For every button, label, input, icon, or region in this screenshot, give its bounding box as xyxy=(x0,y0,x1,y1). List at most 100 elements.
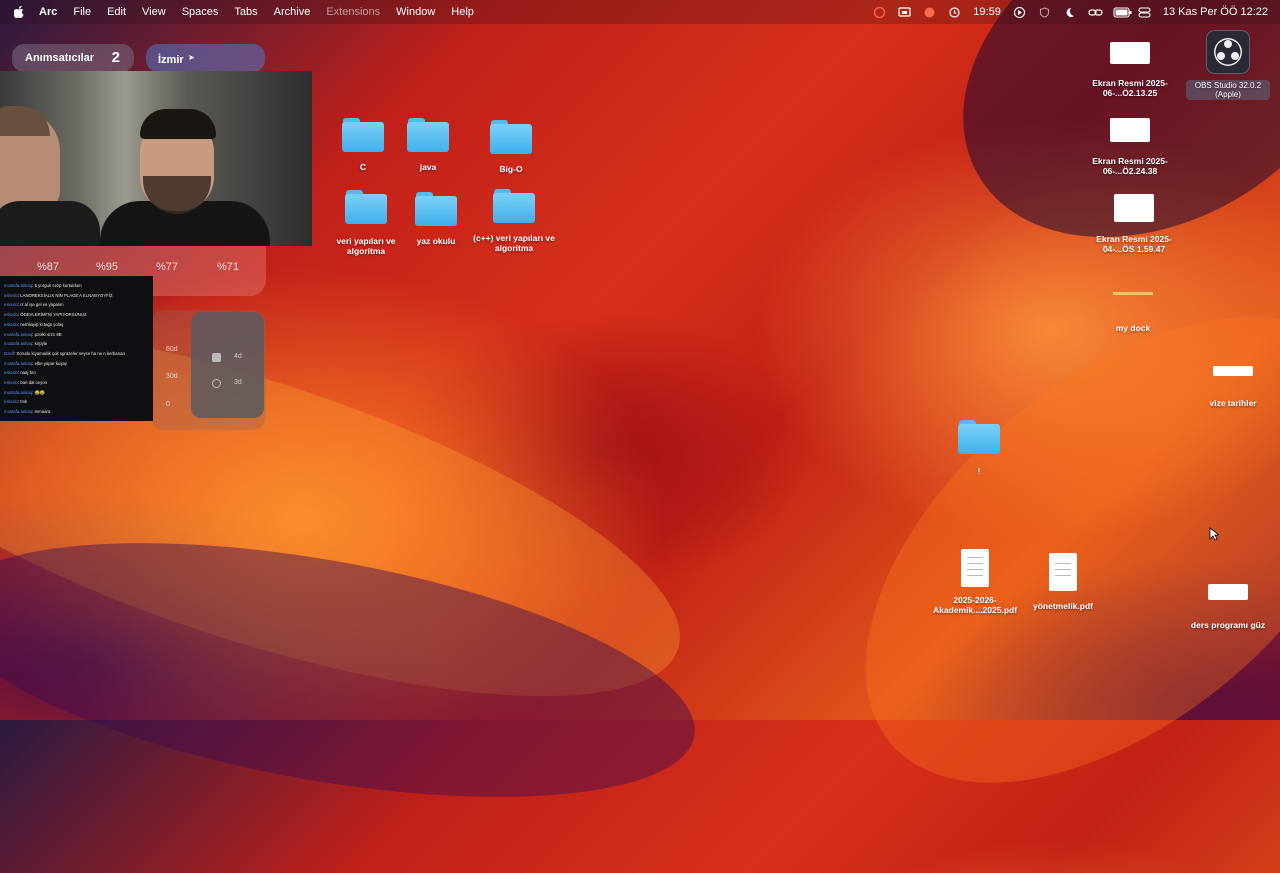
chat-username: eskedo xyxy=(4,292,18,298)
file-label: Ekran Resmi 2025-06-...Ö2.13.25 xyxy=(1092,78,1168,98)
location-arrow-icon: ➤ xyxy=(188,53,195,62)
menu-archive[interactable]: Archive xyxy=(266,6,319,18)
chat-text: mmaara xyxy=(34,409,51,415)
record-icon[interactable] xyxy=(873,6,886,18)
shield-icon[interactable] xyxy=(1038,6,1051,18)
reminders-label: Anımsatıcılar xyxy=(25,52,95,64)
chat-username: eskedo xyxy=(4,380,18,386)
desktop-folder[interactable]: veri yapıları ve algoritma xyxy=(328,190,404,256)
chat-username: eskedo xyxy=(4,312,18,318)
spreadsheet-file[interactable]: vize tarihler xyxy=(1198,366,1268,408)
reminders-widget[interactable]: Anımsatıcılar 2 xyxy=(12,44,134,72)
control-center-icon[interactable] xyxy=(1138,6,1151,18)
folder-label: veri yapıları ve algoritma xyxy=(336,236,396,256)
menubar-clock[interactable]: 19:59 xyxy=(973,6,1001,18)
menu-extensions[interactable]: Extensions xyxy=(318,6,388,18)
chat-message: mustafa.ankaq: 5 yorgun cezp kurtuldum xyxy=(4,283,82,288)
chat-message: eskedo: LANOREKSİALIX NİN PLAGE'A ELNABY… xyxy=(4,292,113,298)
moon-icon[interactable] xyxy=(1063,7,1076,18)
chat-overlay: mustafa.ankaq: 5 yorgun cezp kurtuldum es… xyxy=(0,276,153,421)
reminders-count: 2 xyxy=(111,49,120,66)
desktop-folder[interactable]: ! xyxy=(950,420,1008,476)
link-icon[interactable] xyxy=(1088,7,1103,18)
chat-message: eskedo: tmk xyxy=(4,399,28,405)
chat-message: eskedo: o' al işe gel ve yapalım xyxy=(4,302,64,308)
desktop-folder[interactable]: java xyxy=(400,118,456,172)
menu-app-name[interactable]: Arc xyxy=(31,6,65,18)
chat-text: ÖDEVLERİMİ'Nİ YAPIYORSUNUZ xyxy=(20,312,87,318)
desktop-folder[interactable]: Big-O xyxy=(483,120,539,174)
chart-tick: 0 xyxy=(166,401,170,408)
app-usage-value: 4d xyxy=(234,353,242,360)
pdf-file[interactable]: yönetmelik.pdf xyxy=(1028,553,1098,611)
menu-bar: Arc File Edit View Spaces Tabs Archive E… xyxy=(0,0,1280,24)
folder-icon xyxy=(493,189,535,223)
chat-message: mustafa.ankaq: mmaara xyxy=(4,409,51,415)
menu-spaces[interactable]: Spaces xyxy=(174,6,227,18)
desktop-folder[interactable]: C xyxy=(335,118,391,172)
chat-text: 😂😂 xyxy=(34,389,46,395)
file-label: my dock xyxy=(1115,323,1151,333)
alias-file[interactable]: my dock xyxy=(1100,292,1166,333)
screenshot-thumbnail xyxy=(1110,42,1150,64)
folder-icon xyxy=(490,120,532,154)
menu-tabs[interactable]: Tabs xyxy=(226,6,265,18)
chat-message: mustafa.ankaq: 😂😂 xyxy=(4,389,46,395)
menu-file[interactable]: File xyxy=(65,6,99,18)
chat-username: eskedo xyxy=(4,321,18,327)
chat-message: eskedo: naaj bro xyxy=(4,370,36,376)
desktop-folder[interactable]: (c++) veri yapıları ve algoritma xyxy=(466,189,562,253)
obs-studio-app[interactable]: OBS Studio 32.0.2 (Apple) xyxy=(1186,30,1270,100)
chat-message: Ozelf: Sorudu kiyamadık çok sgrazeler ne… xyxy=(4,350,125,356)
battery-percent: %71 xyxy=(217,261,240,273)
screenshot-file[interactable]: Ekran Resmi 2025-06-...Ö2.24.38 xyxy=(1082,118,1178,176)
pdf-icon xyxy=(961,549,989,587)
file-thumbnail xyxy=(1208,584,1248,600)
battery-percent: %77 xyxy=(156,261,179,273)
menu-window[interactable]: Window xyxy=(388,6,443,18)
screenshot-file[interactable]: Ekran Resmi 2025-04-...ÖS 1.59.47 xyxy=(1086,194,1182,254)
pdf-file[interactable]: 2025-2026-Akademik....2025.pdf xyxy=(925,549,1025,615)
folder-label: yaz okulu xyxy=(416,236,456,246)
weather-widget[interactable]: İzmir ➤ xyxy=(146,44,265,72)
play-icon[interactable] xyxy=(1013,6,1026,18)
folder-icon xyxy=(342,118,384,152)
folder-label: ! xyxy=(977,466,981,476)
battery-icon[interactable] xyxy=(1113,6,1132,18)
chat-message: mustafa.ankaq: pzolki 4/21 8B xyxy=(4,331,62,337)
chat-message: eskedo: ÖDEVLERİMİ'Nİ YAPIYORSUNUZ xyxy=(4,312,87,318)
spreadsheet-file[interactable]: ders programı güz xyxy=(1184,584,1272,630)
file-thumbnail xyxy=(1113,292,1153,295)
chart-tick: 60d xyxy=(166,346,178,353)
chat-username: mustafa.ankaq xyxy=(4,409,33,415)
colorsync-icon[interactable] xyxy=(923,7,936,18)
file-thumbnail xyxy=(1213,366,1253,376)
chat-username: mustafa.ankaq xyxy=(4,341,33,347)
folder-label: (c++) veri yapıları ve algoritma xyxy=(473,233,555,253)
menu-view[interactable]: View xyxy=(134,6,174,18)
screen-share-icon[interactable] xyxy=(898,6,911,18)
folder-icon xyxy=(407,118,449,152)
screen-time-panel: 4d 3d xyxy=(191,312,264,418)
chat-message: mustafa.ankaq: kırpyle xyxy=(4,341,48,347)
app-label: OBS Studio 32.0.2 (Apple) xyxy=(1186,80,1270,100)
timer-icon[interactable] xyxy=(948,6,961,18)
compass-icon xyxy=(212,379,221,388)
chat-text: LANOREKSİALIX NİN PLAGE'A ELNABYOYFİZ xyxy=(20,292,113,298)
file-label: vize tarihler xyxy=(1209,398,1257,408)
desktop-folder[interactable]: yaz okulu xyxy=(408,192,464,246)
menubar-date[interactable]: 13 Kas Per ÖÖ 12:22 xyxy=(1163,6,1268,18)
apple-logo-icon[interactable] xyxy=(14,6,25,18)
chat-text: Sorudu kiyamadık çok sgrazeler neyse ha … xyxy=(16,350,125,356)
file-label: Ekran Resmi 2025-06-...Ö2.24.38 xyxy=(1092,156,1168,176)
screenshot-file[interactable]: Ekran Resmi 2025-06-...Ö2.13.25 xyxy=(1082,42,1178,98)
wallpaper-band xyxy=(0,495,714,845)
wallpaper-band xyxy=(780,226,1280,873)
screen-time-widget[interactable]: 60d 30d 0 4d 3d xyxy=(150,310,266,430)
pdf-icon xyxy=(1049,553,1077,591)
menu-edit[interactable]: Edit xyxy=(99,6,134,18)
menu-help[interactable]: Help xyxy=(443,6,482,18)
folder-label: C xyxy=(359,162,367,172)
person-left-shirt xyxy=(0,201,100,246)
folder-icon xyxy=(415,192,457,226)
